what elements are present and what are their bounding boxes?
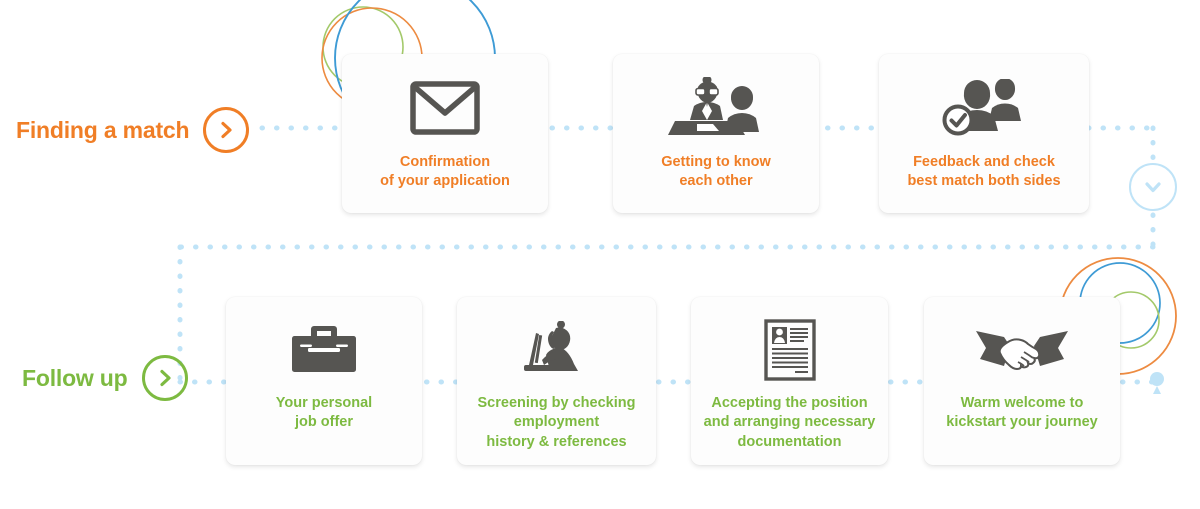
handshake-icon xyxy=(974,319,1070,381)
stage-label-follow-up: Follow up xyxy=(22,355,188,401)
caption-line: each other xyxy=(679,173,753,190)
chevron-down-icon[interactable] xyxy=(1129,163,1177,211)
card-feedback[interactable]: Feedback and check best match both sides xyxy=(879,54,1089,213)
chevron-right-icon[interactable] xyxy=(141,355,188,401)
caption-line: Feedback and check xyxy=(913,154,1055,170)
briefcase-icon xyxy=(288,319,360,381)
stage-label-finding-a-match: Finding a match xyxy=(16,107,250,153)
card-caption: Confirmation of your application xyxy=(372,153,518,192)
chevron-right-icon[interactable] xyxy=(203,107,250,153)
card-welcome[interactable]: Warm welcome to kickstart your journey xyxy=(924,297,1120,465)
interview-two-people-icon xyxy=(667,77,765,139)
caption-line: best match both sides xyxy=(907,173,1061,190)
caption-line: and arranging necessary xyxy=(703,414,876,431)
caption-line: job offer xyxy=(294,414,353,431)
content-layer: Finding a match Follow up Confirmation o… xyxy=(0,0,1200,509)
caption-line: Getting to know xyxy=(661,154,771,170)
caption-line: history & references xyxy=(486,433,627,450)
card-confirmation[interactable]: Confirmation of your application xyxy=(342,54,548,213)
card-caption: Your personal job offer xyxy=(268,394,380,433)
person-laptop-icon xyxy=(516,319,598,381)
stage-label-text: Finding a match xyxy=(16,116,190,143)
caption-line: Screening by checking xyxy=(477,395,636,411)
card-caption: Warm welcome to kickstart your journey xyxy=(938,394,1106,433)
caption-line: kickstart your journey xyxy=(946,414,1098,431)
process-flow-infographic: Finding a match Follow up Confirmation o… xyxy=(0,0,1200,509)
caption-line: employment xyxy=(513,414,600,431)
card-getting-to-know[interactable]: Getting to know each other xyxy=(613,54,819,213)
resume-document-icon xyxy=(763,319,817,381)
card-accepting[interactable]: Accepting the position and arranging nec… xyxy=(691,297,888,465)
card-caption: Screening by checking employment history… xyxy=(470,394,644,452)
stage-label-text: Follow up xyxy=(22,364,128,391)
caption-line: Confirmation xyxy=(399,154,491,170)
caption-line: of your application xyxy=(380,173,510,190)
people-check-icon xyxy=(938,77,1030,139)
caption-line: Accepting the position xyxy=(711,395,868,411)
card-caption: Accepting the position and arranging nec… xyxy=(696,394,884,452)
caption-line: documentation xyxy=(737,433,842,450)
caption-line: Your personal xyxy=(275,395,373,411)
card-caption: Feedback and check best match both sides xyxy=(899,153,1068,192)
card-caption: Getting to know each other xyxy=(653,153,779,192)
envelope-icon xyxy=(410,77,480,139)
card-job-offer[interactable]: Your personal job offer xyxy=(226,297,422,465)
caption-line: Warm welcome to xyxy=(960,395,1084,411)
card-screening[interactable]: Screening by checking employment history… xyxy=(457,297,656,465)
